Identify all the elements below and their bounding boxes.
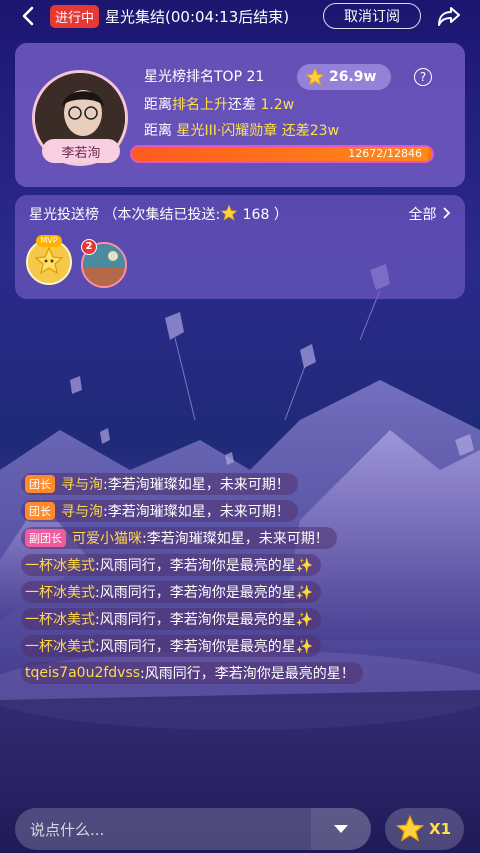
rank-gap-prefix: 距离	[144, 97, 172, 113]
chat-row: 副团长 可爱小猫咪:李若洵璀璨如星，未来可期！	[21, 527, 441, 554]
gift-board-all-link[interactable]: 全部	[409, 204, 451, 224]
help-icon[interactable]: ?	[414, 68, 432, 86]
rank-gap-target: 排名上升	[172, 97, 228, 113]
role-badge: 团长	[25, 502, 55, 520]
gift-board-card: 星光投送榜 （本次集结已投送: 168 ） 全部 MVP 2	[15, 195, 465, 299]
comment-input-bar[interactable]: 说点什么...	[15, 808, 371, 850]
star-icon	[220, 204, 238, 221]
chat-row: 一杯冰美式:风雨同行，李若洵你是最亮的星✨	[21, 554, 441, 581]
rank-text: 星光榜排名TOP 21	[144, 69, 265, 85]
chat-row: 一杯冰美式:风雨同行，李若洵你是最亮的星✨	[21, 608, 441, 635]
medal-gap-value: 还差23w	[281, 123, 340, 139]
chat-row: tqeis7a0u2fdvss:风雨同行，李若洵你是最亮的星！	[21, 662, 441, 689]
chat-text: :风雨同行，李若洵你是最亮的星✨	[95, 639, 314, 655]
role-badge: 副团长	[25, 529, 66, 547]
chat-message: 团长 寻与洵:李若洵璀璨如星，未来可期！	[21, 473, 298, 495]
rank-gap-line: 距离排名上升还差 1.2w	[144, 94, 294, 114]
chat-message: 一杯冰美式:风雨同行，李若洵你是最亮的星✨	[21, 608, 322, 630]
star-icon	[305, 67, 325, 86]
rank-gap-mid: 还差	[228, 97, 256, 113]
live-status-badge: 进行中	[50, 4, 100, 28]
send-star-count: X1	[429, 820, 452, 838]
gift-board-title: 星光投送榜 （本次集结已投送: 168 ）	[29, 204, 288, 224]
chat-nickname[interactable]: 一杯冰美式	[25, 582, 95, 602]
page-title: 星光集结(00:04:13后结束)	[105, 7, 290, 26]
role-badge: 团长	[25, 475, 55, 493]
mvp-badge: MVP	[36, 235, 62, 247]
chat-nickname[interactable]: 一杯冰美式	[25, 609, 95, 629]
chat-nickname[interactable]: 一杯冰美式	[25, 555, 95, 575]
chat-message: tqeis7a0u2fdvss:风雨同行，李若洵你是最亮的星！	[21, 662, 363, 684]
gift-board-sent-label: （本次集结已投送:	[103, 207, 221, 223]
rank2-badge: 2	[81, 239, 97, 255]
chat-text: :风雨同行，李若洵你是最亮的星✨	[95, 558, 314, 574]
comment-input[interactable]: 说点什么...	[30, 819, 104, 840]
chat-row: 团长 寻与洵:李若洵璀璨如星，未来可期！	[21, 500, 441, 527]
rank-gap-value: 1.2w	[260, 97, 295, 113]
back-button[interactable]	[14, 0, 42, 32]
chat-nickname[interactable]: 可爱小猫咪	[72, 528, 142, 548]
chat-text: :李若洵璀璨如星，未来可期！	[103, 477, 290, 493]
rank-card: 李若洵 星光榜排名TOP 21 26.9w ? 距离排名上升还差 1.2w 距离…	[15, 43, 465, 187]
chat-message: 副团长 可爱小猫咪:李若洵璀璨如星，未来可期！	[21, 527, 337, 549]
share-icon	[438, 7, 460, 26]
star-total-pill: 26.9w	[297, 64, 391, 90]
expand-button[interactable]	[311, 808, 371, 850]
medal-gap-prefix: 距离	[144, 123, 172, 139]
send-star-button[interactable]: X1	[385, 808, 464, 850]
chat-message: 团长 寻与洵:李若洵璀璨如星，未来可期！	[21, 500, 298, 522]
all-label: 全部	[408, 207, 437, 223]
gift-board-count: 168	[242, 207, 270, 223]
medal-progress-bar: 12672/12846	[130, 145, 434, 163]
chat-row: 团长 寻与洵:李若洵璀璨如星，未来可期！	[21, 473, 441, 500]
chat-nickname[interactable]: 寻与洵	[61, 474, 103, 494]
progress-text: 12672/12846	[348, 147, 422, 160]
chat-text: :风雨同行，李若洵你是最亮的星✨	[95, 585, 314, 601]
chat-nickname[interactable]: 一杯冰美式	[25, 636, 95, 656]
chat-message: 一杯冰美式:风雨同行，李若洵你是最亮的星✨	[21, 635, 322, 657]
chat-message: 一杯冰美式:风雨同行，李若洵你是最亮的星✨	[21, 554, 322, 576]
chevron-left-icon	[22, 6, 34, 26]
top-bar: 进行中 星光集结(00:04:13后结束) 取消订阅	[0, 0, 480, 32]
caret-down-icon	[334, 825, 348, 833]
chat-text: :李若洵璀璨如星，未来可期！	[142, 531, 329, 547]
gift-board-name: 星光投送榜	[29, 207, 99, 223]
chat-message: 一杯冰美式:风雨同行，李若洵你是最亮的星✨	[21, 581, 322, 603]
chat-nickname[interactable]: 寻与洵	[61, 501, 103, 521]
chat-nickname[interactable]: tqeis7a0u2fdvss	[25, 665, 140, 681]
chat-text: :风雨同行，李若洵你是最亮的星！	[140, 666, 355, 682]
chat-text: :风雨同行，李若洵你是最亮的星✨	[95, 612, 314, 628]
share-button[interactable]	[436, 3, 462, 29]
medal-name: 星光III·闪耀勋章	[176, 123, 278, 139]
star-icon	[395, 814, 425, 842]
star-total-value: 26.9w	[329, 69, 377, 85]
chat-list: 团长 寻与洵:李若洵璀璨如星，未来可期！ 团长 寻与洵:李若洵璀璨如星，未来可期！ 副团…	[21, 473, 441, 689]
chevron-right-icon	[443, 207, 451, 219]
chat-text: :李若洵璀璨如星，未来可期！	[103, 504, 290, 520]
user-name-chip: 李若洵	[42, 139, 120, 163]
gift-board-paren: ）	[273, 207, 288, 223]
chat-row: 一杯冰美式:风雨同行，李若洵你是最亮的星✨	[21, 581, 441, 608]
cancel-subscription-button[interactable]: 取消订阅	[323, 3, 421, 29]
medal-gap-line: 距离 星光III·闪耀勋章 还差23w	[144, 120, 339, 140]
chat-row: 一杯冰美式:风雨同行，李若洵你是最亮的星✨	[21, 635, 441, 662]
